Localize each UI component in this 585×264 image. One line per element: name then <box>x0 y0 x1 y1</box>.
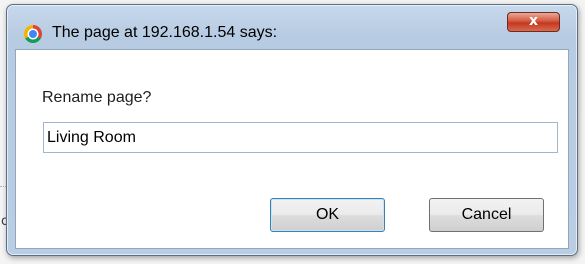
rename-input[interactable] <box>43 122 558 153</box>
dialog-body: Rename page? OK Cancel <box>15 49 569 249</box>
prompt-dialog: The page at 192.168.1.54 says: x Rename … <box>6 4 578 256</box>
dialog-titlebar[interactable]: The page at 192.168.1.54 says: x <box>7 5 577 49</box>
prompt-message: Rename page? <box>42 89 152 106</box>
dialog-title: The page at 192.168.1.54 says: <box>52 24 278 41</box>
ok-button[interactable]: OK <box>270 198 385 232</box>
cancel-button[interactable]: Cancel <box>429 198 544 232</box>
chrome-icon <box>24 25 42 43</box>
close-button[interactable]: x <box>507 12 560 32</box>
